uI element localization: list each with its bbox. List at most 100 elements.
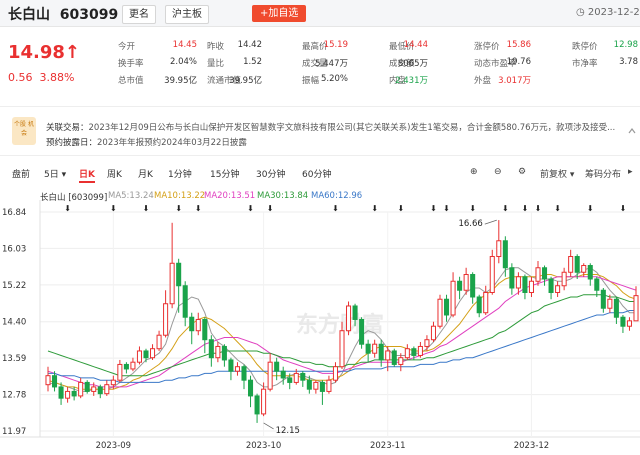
candle-body [332, 366, 338, 381]
more-icon[interactable]: ▸ [628, 167, 633, 177]
candle-body [136, 350, 142, 363]
chips-distribution-button[interactable]: 筹码分布 [585, 167, 621, 180]
x-tick-label: 2023-11 [370, 441, 406, 451]
datetime-text: 2023-12-29 [587, 7, 640, 18]
candle-body [581, 265, 587, 273]
tab-weekly-k[interactable]: 周K [107, 167, 122, 180]
candle-body [189, 316, 195, 332]
candle-body [293, 372, 299, 383]
signal-marker: ⬇ [587, 204, 594, 213]
candle-body [378, 343, 384, 361]
tab-30min[interactable]: 30分钟 [256, 167, 285, 180]
candle-body [626, 320, 632, 327]
quote-label: 今开 [118, 42, 136, 52]
signal-marker: ⬇ [371, 204, 378, 213]
tab-15min[interactable]: 15分钟 [210, 167, 239, 180]
candle-body [411, 348, 417, 356]
stock-title: 长白山 603099 [8, 4, 118, 24]
candle-body [430, 325, 436, 341]
quote-label: 总市值 [118, 76, 144, 86]
candle-body [326, 379, 332, 392]
signal-marker: ⬇ [554, 204, 561, 213]
y-tick-label: 15.22 [2, 281, 26, 291]
signal-marker: ⬇ [64, 204, 71, 213]
candle-body [346, 305, 352, 332]
zoom-in-icon[interactable]: ⊕ [470, 167, 478, 177]
candle-body [391, 350, 397, 365]
candle-body [254, 395, 260, 415]
candle-body [150, 348, 156, 359]
candle-body [78, 381, 84, 397]
candle-body [280, 370, 286, 379]
candle-body [522, 276, 528, 293]
tab-5day[interactable]: 5日 ▾ [44, 167, 66, 180]
signal-marker: ⬇ [620, 204, 627, 213]
collapse-icon[interactable] [628, 127, 636, 135]
candle-body [515, 276, 521, 289]
tab-daily-k[interactable]: 日K [79, 167, 95, 183]
x-tick-label: 2023-12 [514, 441, 550, 451]
settings-icon[interactable]: ⚙ [518, 167, 526, 177]
disclosure-date-text: 2023年年报预约2024年03月22日披露 [97, 138, 247, 148]
kline-chart[interactable]: 16.84 16.03 15.22 14.40 13.59 12.78 11.97 2023-… [0, 200, 640, 451]
rename-button[interactable]: 更名 [122, 5, 156, 24]
candle-body [248, 379, 254, 397]
quote-value: 15.19 [323, 40, 348, 50]
market-button[interactable]: 沪主板 [165, 5, 209, 24]
quote-value: 15.86 [506, 40, 531, 50]
adjust-label: 前复权 [540, 170, 568, 180]
candle-body [535, 267, 541, 282]
candle-body [502, 240, 508, 269]
stock-name: 长白山 [8, 7, 50, 23]
quote-label: 换手率 [118, 59, 144, 69]
signal-marker: ⬇ [110, 204, 117, 213]
zoom-out-icon[interactable]: ⊖ [494, 167, 502, 177]
candle-body [359, 318, 365, 345]
signal-marker: ⬇ [397, 204, 404, 213]
disclosure-date-line: 预约披露日：2023年年报预约2024年03月22日披露 [46, 136, 247, 148]
related-transaction-line[interactable]: 关联交易：2023年12月09日公布与长白山保护开发区智慧数字文旅科技有限公司(… [46, 121, 615, 133]
x-tick-label: 2023-09 [96, 441, 132, 451]
annotation-leader [484, 219, 497, 225]
annotation-high: 16.66 [458, 219, 482, 229]
candle-body [319, 381, 325, 392]
candle-body [568, 256, 574, 273]
candle-body [228, 359, 234, 372]
candle-body [463, 274, 469, 291]
tab-60min[interactable]: 60分钟 [302, 167, 331, 180]
candle-body [156, 334, 162, 350]
candle-body [542, 267, 548, 280]
candle-body [215, 345, 221, 359]
candle-body [574, 256, 580, 273]
candle-body [143, 350, 149, 359]
kline-chart-area[interactable]: 16.84 16.03 15.22 14.40 13.59 12.78 11.97 2023-… [0, 200, 640, 451]
candle-body [561, 271, 567, 287]
candle-body [496, 240, 502, 258]
tab-1min[interactable]: 1分钟 [168, 167, 192, 180]
candle-body [97, 386, 103, 395]
candle-body [489, 256, 495, 293]
signal-marker: ⬇ [267, 204, 274, 213]
add-watchlist-button[interactable]: +加自选 [252, 5, 307, 22]
candle-body [58, 386, 64, 399]
signal-marker: ⬇ [522, 204, 529, 213]
candle-body [182, 285, 188, 318]
candle-body [130, 361, 136, 370]
adjust-dropdown[interactable]: 前复权 ▾ [540, 167, 574, 180]
tab-monthly-k[interactable]: 月K [138, 167, 153, 180]
signal-marker: ⬇ [175, 204, 182, 213]
quote-value: 5.447万 [315, 59, 348, 69]
candle-body [607, 298, 613, 309]
x-tick-label: 2023-10 [246, 441, 282, 451]
related-transaction-text: 2023年12月09日公布与长白山保护开发区智慧数字文旅科技有限公司(其它关联关… [88, 123, 616, 133]
quote-label: 振幅 [302, 76, 320, 86]
tab-premarket[interactable]: 盘前 [12, 167, 30, 180]
quote-value: 2.431万 [395, 76, 428, 86]
quote-label: 外盘 [474, 76, 492, 86]
candle-body [117, 363, 123, 381]
quote-value: 1.52 [243, 57, 262, 67]
candle-body [163, 303, 169, 336]
quote-label: 市净率 [572, 59, 598, 69]
candle-body [404, 348, 410, 359]
signal-marker: ⬇ [502, 204, 509, 213]
